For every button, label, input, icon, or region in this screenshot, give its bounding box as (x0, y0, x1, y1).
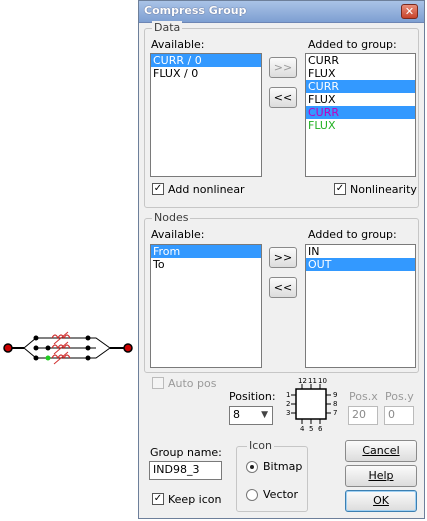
vector-label: Vector (263, 488, 299, 501)
group-name-label: Group name: (150, 446, 222, 459)
pin-label-bottom: 6 (318, 425, 323, 432)
list-item[interactable]: FLUX / 0 (151, 67, 261, 80)
circuit-preview-icon (3, 331, 133, 365)
pin-label-right: 7 (333, 409, 337, 417)
pin-label-bottom: 4 (300, 425, 305, 432)
pos-y-field[interactable]: 0 (384, 406, 414, 425)
pin-label-top: 11 (308, 378, 317, 385)
list-item[interactable]: From (151, 245, 261, 258)
position-label: Position: (229, 390, 276, 403)
close-button[interactable]: ✕ (401, 4, 418, 19)
chevron-down-icon: ▼ (261, 410, 268, 420)
compress-group-dialog: Compress Group ✕ Data Available: Added t… (138, 0, 425, 519)
nodes-add-label: >> (273, 251, 293, 264)
add-nonlinear-checkbox[interactable]: ✓ (152, 183, 164, 195)
pin-label-left: 3 (286, 409, 290, 417)
list-item[interactable]: CURR (306, 80, 415, 93)
pin-label-top: 10 (318, 378, 327, 385)
list-item[interactable]: FLUX (306, 119, 415, 132)
pin-label-right: 8 (333, 400, 337, 408)
data-remove-label: << (273, 91, 293, 104)
position-value: 8 (233, 408, 240, 421)
icon-group (236, 446, 308, 512)
auto-pos-checkbox[interactable] (152, 377, 164, 389)
nodes-available-label: Available: (151, 228, 205, 241)
pin-label-bottom: 5 (309, 425, 313, 432)
list-item[interactable]: FLUX (306, 93, 415, 106)
keep-icon-label: Keep icon (168, 493, 222, 506)
list-item[interactable]: FLUX (306, 67, 415, 80)
nodes-available-list[interactable]: From To (150, 244, 262, 368)
pos-x-value: 20 (352, 408, 366, 421)
pos-x-field[interactable]: 20 (348, 406, 378, 425)
pin-label-left: 1 (286, 391, 290, 399)
list-item[interactable]: CURR (306, 54, 415, 67)
window-title: Compress Group (144, 4, 247, 17)
nonlinearity-checkbox[interactable]: ✓ (334, 183, 346, 195)
pos-y-label: Pos.y (385, 390, 414, 403)
cancel-button[interactable]: Cancel (345, 440, 417, 462)
nodes-remove-label: << (273, 281, 293, 294)
pin-position-diagram: 12 11 10 1 2 3 9 8 7 4 5 6 (286, 378, 337, 432)
nodes-remove-button[interactable]: << (269, 277, 297, 298)
group-name-value: IND98_3 (153, 463, 200, 476)
data-added-label: Added to group: (308, 38, 397, 51)
list-item[interactable]: To (151, 258, 261, 271)
nodes-add-button[interactable]: >> (269, 247, 297, 268)
data-add-label: >> (273, 61, 293, 74)
position-select[interactable]: 8 ▼ (229, 406, 273, 425)
nodes-group-legend: Nodes (152, 211, 191, 224)
data-group-legend: Data (152, 21, 183, 34)
auto-pos-label: Auto pos (168, 377, 217, 390)
pin-label-right: 9 (333, 391, 337, 399)
list-item[interactable]: CURR (306, 106, 415, 119)
pin-label-left: 2 (286, 400, 290, 408)
ok-button[interactable]: OK (345, 490, 417, 512)
group-name-input[interactable]: IND98_3 (149, 461, 222, 480)
bitmap-label: Bitmap (263, 460, 303, 473)
pin-label-top: 12 (298, 378, 307, 385)
bitmap-radio[interactable] (246, 461, 258, 473)
help-button[interactable]: Help (345, 465, 417, 487)
list-item[interactable]: OUT (306, 258, 415, 271)
data-added-list[interactable]: CURR FLUX CURR FLUX CURR FLUX (305, 53, 416, 177)
add-nonlinear-label: Add nonlinear (168, 183, 245, 196)
close-icon: ✕ (404, 5, 415, 18)
data-available-label: Available: (151, 38, 205, 51)
data-remove-button[interactable]: << (269, 87, 297, 108)
list-item[interactable]: CURR / 0 (151, 54, 261, 67)
data-add-button[interactable]: >> (269, 57, 297, 78)
nodes-added-list[interactable]: IN OUT (305, 244, 416, 368)
cancel-label: Cancel (362, 444, 400, 457)
pos-y-value: 0 (388, 408, 395, 421)
nodes-added-label: Added to group: (308, 228, 397, 241)
ok-label: OK (373, 494, 389, 507)
nonlinearity-label: Nonlinearity (350, 183, 417, 196)
keep-icon-checkbox[interactable]: ✓ (152, 493, 164, 505)
icon-group-legend: Icon (247, 439, 274, 452)
vector-radio[interactable] (246, 489, 258, 501)
list-item[interactable]: IN (306, 245, 415, 258)
title-bar: Compress Group ✕ (139, 1, 424, 23)
pos-x-label: Pos.x (349, 390, 378, 403)
help-label: Help (368, 469, 394, 482)
data-available-list[interactable]: CURR / 0 FLUX / 0 (150, 53, 262, 177)
